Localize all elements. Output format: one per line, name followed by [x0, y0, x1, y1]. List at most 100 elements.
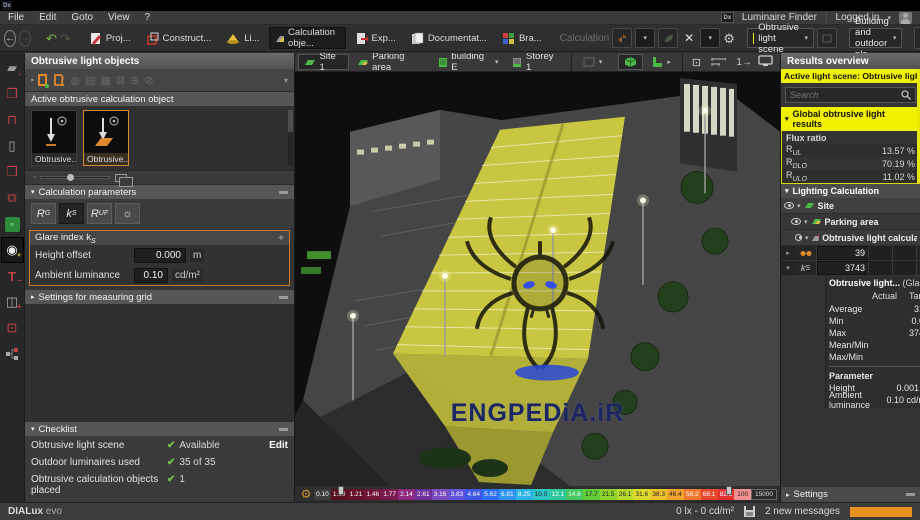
pin-icon[interactable]	[906, 493, 915, 496]
user-avatar[interactable]	[899, 12, 912, 24]
expand-caret-icon[interactable]: ▾	[797, 202, 801, 210]
column-icon[interactable]: ▯	[1, 133, 24, 159]
edit-link[interactable]: Edit	[269, 440, 288, 451]
pin-icon[interactable]	[279, 296, 288, 299]
thumb-scrollbar[interactable]	[288, 110, 293, 166]
menu-goto[interactable]: Goto	[71, 12, 93, 23]
ambient-luminance-input[interactable]: 0.10	[134, 268, 168, 283]
focus-point-icon[interactable]: ⊡	[1, 315, 24, 341]
surface-tool-button[interactable]	[914, 27, 920, 49]
scale-handle-min[interactable]	[338, 486, 344, 495]
subrow-39[interactable]: ▸ 39	[781, 246, 920, 261]
search-input[interactable]	[790, 90, 901, 100]
visibility-eye-icon[interactable]	[791, 218, 801, 225]
visibility-eye-icon[interactable]	[784, 202, 794, 209]
menu-edit[interactable]: Edit	[39, 12, 56, 23]
tab-storey-1[interactable]: Storey 1	[506, 54, 565, 70]
view-3d-button[interactable]	[618, 54, 643, 70]
tab-building-e[interactable]: building E ▾	[432, 54, 505, 70]
mode-calculation-objects-button[interactable]: Calculation obje...	[269, 27, 346, 49]
view-plan-button[interactable]: ▸	[645, 54, 677, 70]
calc-object-thumb-1[interactable]: Obtrusive...	[31, 110, 77, 166]
height-offset-input[interactable]: 0.000	[134, 248, 186, 263]
scale-segment: 1.21	[348, 489, 365, 500]
messages-link[interactable]: 2 new messages	[765, 506, 840, 517]
large-size-icon	[115, 174, 127, 182]
scene-render[interactable]: ENGPEDiA.iR	[295, 72, 780, 486]
rectangle-tool-icon[interactable]	[38, 74, 47, 86]
extrusion-volume-icon[interactable]: ❒	[1, 159, 24, 185]
subrow-ks[interactable]: ▾ kS 3743	[781, 261, 920, 276]
pin-icon[interactable]	[279, 428, 288, 431]
view-eye-icon[interactable]: ◉✧	[1, 237, 24, 263]
dimension-lines-icon[interactable]	[711, 57, 726, 67]
polygon-tool-icon[interactable]	[52, 73, 65, 87]
back-button[interactable]: ←	[4, 30, 16, 47]
pin-icon[interactable]	[279, 191, 288, 194]
tree-node-site[interactable]: ▾ Site	[781, 198, 920, 214]
escape-sign-icon[interactable]: ▫	[1, 211, 24, 237]
checklist-header[interactable]: ▾ Checklist	[25, 422, 294, 436]
plan-caret-icon[interactable]: ▸	[667, 58, 671, 66]
door-icon[interactable]: ◫+	[1, 289, 24, 315]
building-caret-icon[interactable]: ▾	[495, 58, 499, 66]
cancel-dropdown[interactable]: ▾	[700, 28, 720, 48]
global-results-header[interactable]: ▾ Global obtrusive light results	[781, 107, 920, 131]
tree-node-obtrusive-surface[interactable]: ▾ Obtrusive light calculation sur...	[781, 230, 920, 246]
calculation-surface-icon[interactable]: ▰↓	[1, 55, 24, 81]
settings-bar[interactable]: ▸ Settings	[781, 487, 920, 502]
settings-gear-icon[interactable]: ⚙	[723, 32, 735, 45]
menu-help[interactable]: ?	[145, 12, 151, 23]
panel-empty-area	[781, 408, 920, 487]
tree-node-parking[interactable]: ▾ Parking area	[781, 214, 920, 230]
menu-file[interactable]: File	[8, 12, 24, 23]
menu-view[interactable]: View	[108, 12, 130, 23]
lighting-calculation-header[interactable]: ▾ Lighting Calculation	[781, 184, 920, 198]
expand-plus-icon[interactable]: +	[278, 233, 284, 244]
toolbar-more-caret-icon[interactable]: ▾	[284, 76, 288, 85]
hierarchy-icon[interactable]	[1, 341, 24, 367]
text-annotation-icon[interactable]: T~	[1, 263, 24, 289]
ks-icon: kS	[795, 261, 817, 275]
scale-segment: 17.7	[583, 489, 600, 500]
planning-mode-select[interactable]: Building and outdoor pla... ▾	[849, 28, 902, 48]
cutout-icon[interactable]: ⧉	[1, 185, 24, 211]
furniture-icon[interactable]: ⊓	[1, 107, 24, 133]
autosave-disk-icon[interactable]	[744, 506, 755, 517]
scale-settings-gear-icon[interactable]: ⚙	[298, 487, 314, 501]
mode-export-button[interactable]: Exp...	[349, 27, 402, 49]
sun-button[interactable]: ☼	[115, 203, 140, 224]
mode-documentation-button[interactable]: Documentat...	[405, 27, 493, 49]
branding-icon	[502, 32, 515, 45]
measuring-grid-header[interactable]: ▸ Settings for measuring grid	[25, 290, 294, 304]
visibility-eye-icon[interactable]	[795, 234, 802, 241]
mode-branding-button[interactable]: Bra...	[496, 27, 548, 49]
tab-parking-area[interactable]: Parking area	[351, 54, 430, 70]
size-slider-track[interactable]	[40, 176, 110, 179]
calculation-dropdown[interactable]: ▾	[635, 28, 655, 48]
ks-button[interactable]: kS	[59, 203, 84, 224]
room-icon[interactable]: ❐	[1, 81, 24, 107]
measure-distance-icon[interactable]: 1→	[736, 57, 752, 68]
display-settings-button[interactable]	[758, 55, 773, 69]
collapse-caret-icon[interactable]: ▾	[781, 261, 795, 275]
cancel-calculation-icon[interactable]: ✕	[684, 32, 694, 44]
point-tool-icon[interactable]: ▪	[31, 77, 33, 84]
mode-project-button[interactable]: Proj...	[83, 27, 137, 49]
calc-object-thumb-2[interactable]: Obtrusive...	[83, 110, 129, 166]
rg-button[interactable]: RG	[31, 203, 56, 224]
zoom-fit-icon[interactable]: ⊡	[692, 56, 701, 69]
expand-caret-icon[interactable]: ▸	[781, 246, 795, 260]
scale-handle-max[interactable]	[726, 486, 732, 495]
light-scene-select[interactable]: Obtrusive light scene ▾	[747, 28, 814, 48]
tab-site-1[interactable]: Site 1	[298, 54, 349, 70]
calc-params-header[interactable]: ▾ Calculation parameters	[25, 185, 294, 199]
ruf-button[interactable]: RUF	[87, 203, 112, 224]
mode-construction-button[interactable]: Construct...	[140, 27, 218, 49]
expand-caret-icon[interactable]: ▾	[805, 234, 809, 242]
mode-light-button[interactable]: Li...	[220, 27, 265, 49]
viewport-3d[interactable]: Site 1 Parking area building E ▾ Storey …	[295, 53, 780, 502]
size-slider-thumb[interactable]	[67, 174, 74, 181]
undo-icon[interactable]: ↶	[46, 32, 57, 45]
expand-caret-icon[interactable]: ▾	[804, 218, 808, 226]
